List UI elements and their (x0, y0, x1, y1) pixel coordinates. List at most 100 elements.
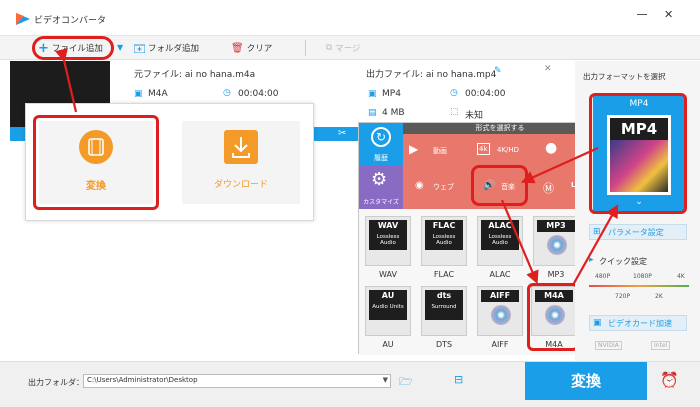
parameter-settings-button[interactable]: ⊞ パラメータ設定 (589, 224, 687, 240)
toolbar-divider (305, 40, 306, 56)
output-resolution: 未知 (465, 111, 484, 121)
format-tag: WAV (369, 220, 407, 232)
video-play-icon: ▶ (409, 142, 419, 156)
output-file-label: 出力ファイル: ai no hana.mp4 (366, 70, 497, 80)
flac-icon: FLAC Lossless Audio (421, 216, 467, 266)
m4a-highlight (527, 283, 579, 351)
category-video[interactable]: ▶ 動画 (403, 134, 467, 165)
folder-plus-icon (134, 44, 145, 53)
nvidia-badge[interactable]: NVIDIA (595, 341, 622, 350)
format-tile-mp3[interactable]: MP3 MP3 (532, 216, 580, 284)
format-tile-wav[interactable]: WAV Lossless Audio WAV (364, 216, 412, 284)
resolution-icon: ⬚ (450, 107, 459, 117)
clear-button[interactable]: 🗑 クリア (231, 41, 272, 55)
motorola-icon: Ⓜ (543, 182, 554, 195)
format-tag: dts (425, 290, 463, 302)
format-sub: Surround (425, 302, 463, 320)
format-tag: AU (369, 290, 407, 302)
output-folder-label: 出力フォルダ： (28, 378, 84, 387)
app-logo-icon (16, 13, 30, 25)
format-panel-header: 形式を選択する (403, 123, 597, 134)
alarm-clock-icon[interactable]: ⏰ (660, 371, 679, 389)
format-tile-flac[interactable]: FLAC Lossless Audio FLAC (420, 216, 468, 284)
category-video-label: 動画 (433, 147, 447, 155)
category-web[interactable]: ◉ ウェブ (403, 165, 467, 209)
source-duration: 00:04:00 (238, 89, 279, 99)
close-button[interactable]: ✕ (664, 9, 673, 20)
source-format: M4A (148, 89, 168, 99)
gpu-icon: ▣ (593, 318, 602, 328)
format-name: FLAC (433, 270, 455, 279)
output-folder-field[interactable]: C:\Users\Administrator\Desktop ▼ (83, 374, 391, 388)
output-size: 4 MB (382, 108, 405, 118)
category-web-label: ウェブ (433, 183, 454, 191)
category-customize-label: カスタマイズ (363, 199, 399, 206)
download-mode-button[interactable]: ダウンロード (182, 121, 300, 204)
category-4k-label: 4K/HD (497, 146, 520, 154)
clock-icon: ◷ (223, 88, 231, 98)
format-tile-alac[interactable]: ALAC Lossless Audio ALAC (476, 216, 524, 284)
merge-icon: ⧉ (326, 43, 333, 53)
res-1080p[interactable]: 1080P (633, 273, 652, 280)
folder-dropdown-icon[interactable]: ▼ (383, 376, 388, 384)
format-name: AIFF (491, 340, 509, 349)
gear-icon: ⚙ (371, 169, 388, 190)
add-folder-label: フォルダ追加 (148, 44, 200, 54)
category-4k[interactable]: 4k 4K/HD (467, 134, 533, 165)
add-folder-button[interactable]: フォルダ追加 (134, 41, 199, 55)
au-icon: AU Audio Units (365, 286, 411, 336)
gpu-accel-button[interactable]: ▣ ビデオカード加速 (589, 315, 687, 331)
settings-icon: ⊞ (593, 227, 601, 237)
format-tag: FLAC (425, 220, 463, 232)
title-bar: ビデオコンバータ ✕ (0, 0, 700, 36)
4k-icon: 4k (477, 143, 490, 155)
format-tile-au[interactable]: AU Audio Units AU (364, 286, 412, 354)
category-history[interactable]: ↻ 履歴 (359, 123, 403, 165)
audio-format-icon: ▣ (134, 89, 143, 99)
res-2k[interactable]: 2K (655, 293, 663, 300)
format-tile-aiff[interactable]: AIFF AIFF (476, 286, 524, 354)
output-folder-path: C:\Users\Administrator\Desktop (87, 376, 198, 384)
wav-icon: WAV Lossless Audio (365, 216, 411, 266)
format-tile-dts[interactable]: dts Surround DTS (420, 286, 468, 354)
trash-icon: 🗑 (231, 42, 244, 54)
open-folder-icon[interactable]: 🗁 (399, 373, 413, 392)
res-4k[interactable]: 4K (677, 273, 685, 280)
gpu-accel-label: ビデオカード加速 (608, 319, 672, 328)
minimize-button[interactable] (637, 14, 647, 15)
convert-mode-label: 変換 (86, 181, 106, 192)
source-file-label: 元ファイル: ai no hana.m4a (134, 70, 256, 80)
dropdown-arrow-icon[interactable]: ▼ (117, 43, 123, 52)
format-tag: AIFF (481, 290, 519, 302)
res-480p[interactable]: 480P (595, 273, 610, 280)
apple-icon: ● (545, 140, 558, 156)
format-sub: Lossless Audio (369, 232, 407, 250)
res-720p[interactable]: 720P (615, 293, 630, 300)
output-duration: 00:04:00 (465, 89, 506, 99)
convert-mode-button[interactable]: 変換 (39, 121, 153, 204)
output-format-title: 出力フォーマットを選択 (583, 72, 666, 81)
format-tag: MP3 (537, 220, 575, 232)
quality-slider[interactable] (589, 285, 689, 287)
clear-label: クリア (246, 44, 273, 54)
category-customize[interactable]: ⚙ カスタマイズ (359, 165, 403, 209)
download-mode-label: ダウンロード (213, 180, 268, 190)
mp4-highlight (589, 93, 687, 214)
category-history-label: 履歴 (374, 154, 388, 162)
format-sub: Audio Units (369, 302, 407, 320)
merge-button[interactable]: ⧉ マージ (326, 41, 360, 55)
convert-button[interactable]: 変換 (525, 362, 647, 400)
output-format: MP4 (382, 89, 401, 99)
output-list-icon[interactable]: ⊟ (454, 373, 463, 386)
chrome-icon: ◉ (415, 180, 424, 191)
scissors-icon[interactable]: ✂ (338, 128, 346, 139)
format-name: MP3 (547, 270, 565, 279)
mp3-icon: MP3 (533, 216, 579, 266)
remove-file-icon[interactable]: ✕ (544, 64, 552, 74)
format-sub: Lossless Audio (481, 232, 519, 250)
format-sub: Lossless Audio (425, 232, 463, 250)
dts-icon: dts Surround (421, 286, 467, 336)
edit-pencil-icon[interactable]: ✎ (494, 66, 502, 76)
intel-badge[interactable]: Intel (651, 341, 671, 350)
download-icon (224, 130, 258, 164)
